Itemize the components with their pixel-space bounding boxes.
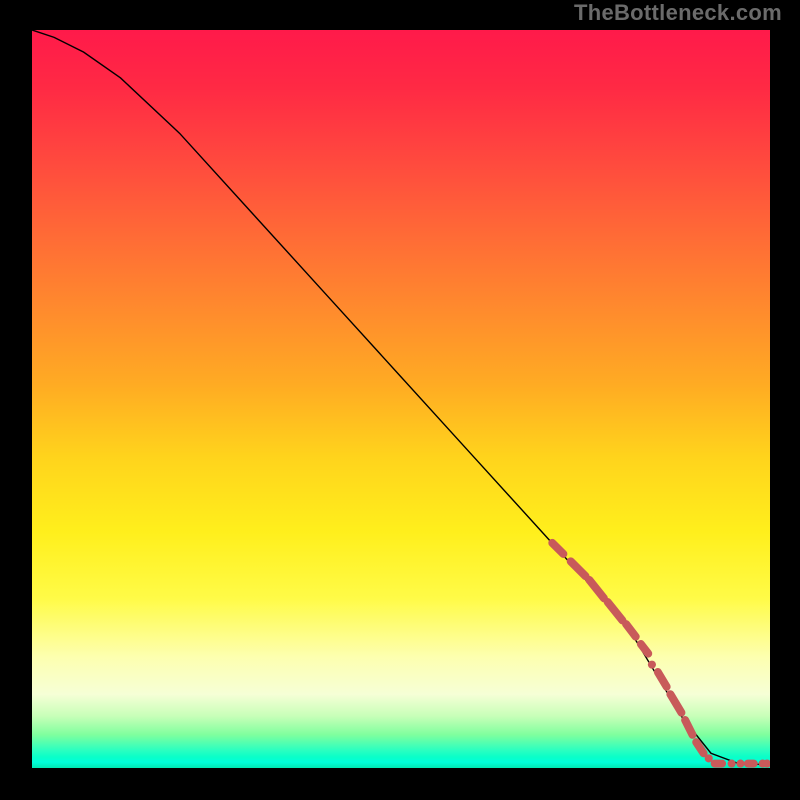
marker-dash	[626, 624, 636, 637]
marker-dash	[641, 644, 648, 654]
marker-dash	[670, 694, 681, 712]
plot-area	[32, 30, 770, 768]
marker-dash	[552, 543, 563, 554]
chart-container: TheBottleneck.com	[0, 0, 800, 800]
watermark-text: TheBottleneck.com	[574, 0, 782, 26]
marker-dash	[658, 672, 667, 687]
bottleneck-curve	[32, 30, 770, 764]
chart-svg	[32, 30, 770, 768]
marker-dash	[685, 720, 692, 735]
marker-dot	[736, 760, 744, 768]
marker-dash	[571, 561, 586, 576]
marker-dot	[728, 760, 736, 768]
marker-dash	[589, 580, 604, 598]
marker-dash	[608, 602, 623, 620]
marker-dash	[696, 742, 703, 753]
marker-dot	[648, 661, 656, 669]
